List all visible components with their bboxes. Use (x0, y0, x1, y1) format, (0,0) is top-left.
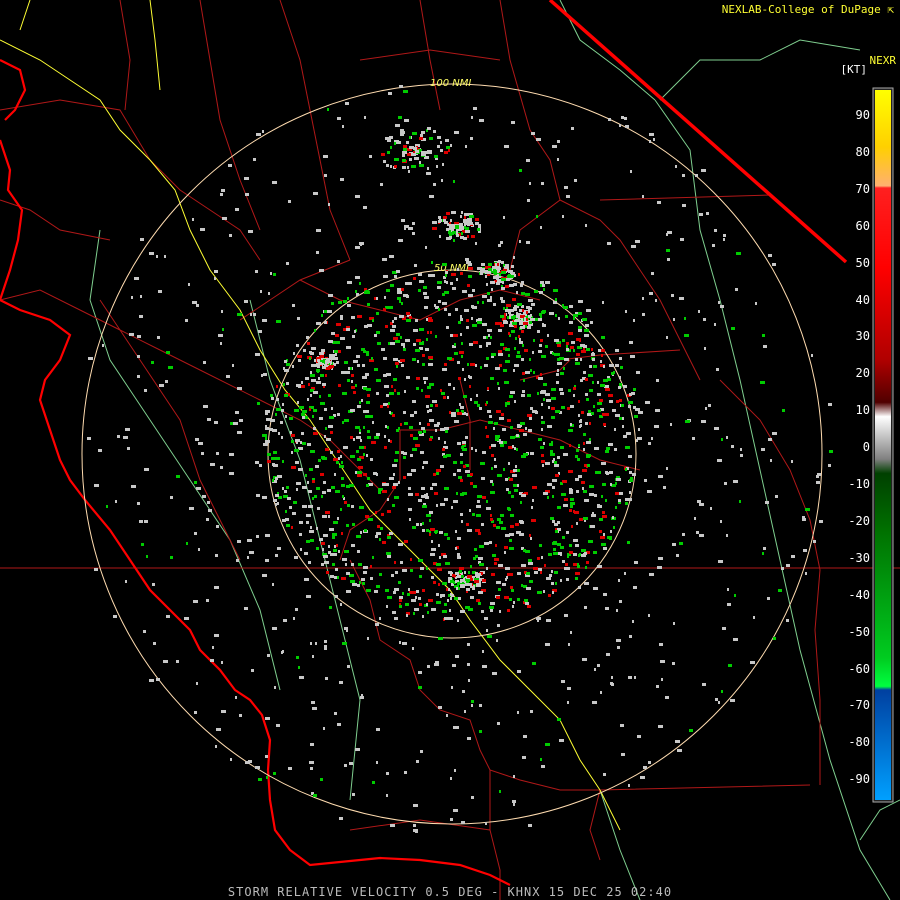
state-boundary (548, 0, 848, 264)
colorbar-tick: -40 (848, 587, 870, 602)
footer-caption: STORM RELATIVE VELOCITY 0.5 DEG - KHNX 1… (227, 885, 673, 899)
range-ring-100-label: 100 NMI (430, 78, 471, 89)
radar-map: 100 NMI 50 NMI (0, 0, 900, 900)
colorbar-tick: 90 (855, 108, 870, 122)
cursor-icon: ⇱ (887, 3, 894, 16)
colorbar-tick: -50 (848, 624, 870, 639)
colorbar-tick: -60 (848, 661, 870, 676)
colorbar-tick: 40 (855, 292, 870, 307)
colorbar-tick: 70 (855, 181, 870, 196)
velocity-colorbar-fill (875, 90, 891, 800)
colorbar-tick: -10 (848, 477, 870, 491)
colorbar-tick: 60 (855, 218, 870, 233)
colorbar-tick: 30 (855, 329, 870, 344)
colorbar-tick: -80 (848, 735, 870, 750)
colorbar-tick: -30 (848, 550, 870, 565)
colorbar-tick: -90 (848, 772, 870, 787)
range-ring-50-label: 50 NMI (434, 263, 469, 274)
colorbar-tick: 50 (855, 255, 870, 270)
radar-echoes (87, 85, 833, 833)
credit-text: NEXLAB-College of DuPage ⇱ (721, 3, 894, 16)
product-label: NEXR (869, 54, 897, 67)
units-label: [KT] (840, 63, 868, 76)
colorbar-tick: 0 (862, 440, 870, 455)
colorbar-tick: -70 (848, 698, 870, 713)
colorbar-tick: -20 (848, 513, 870, 528)
colorbar-tick: 20 (855, 366, 870, 381)
colorbar-tick: 80 (855, 144, 870, 159)
range-ring-100 (81, 83, 823, 825)
colorbar-tick: 10 (855, 403, 870, 418)
